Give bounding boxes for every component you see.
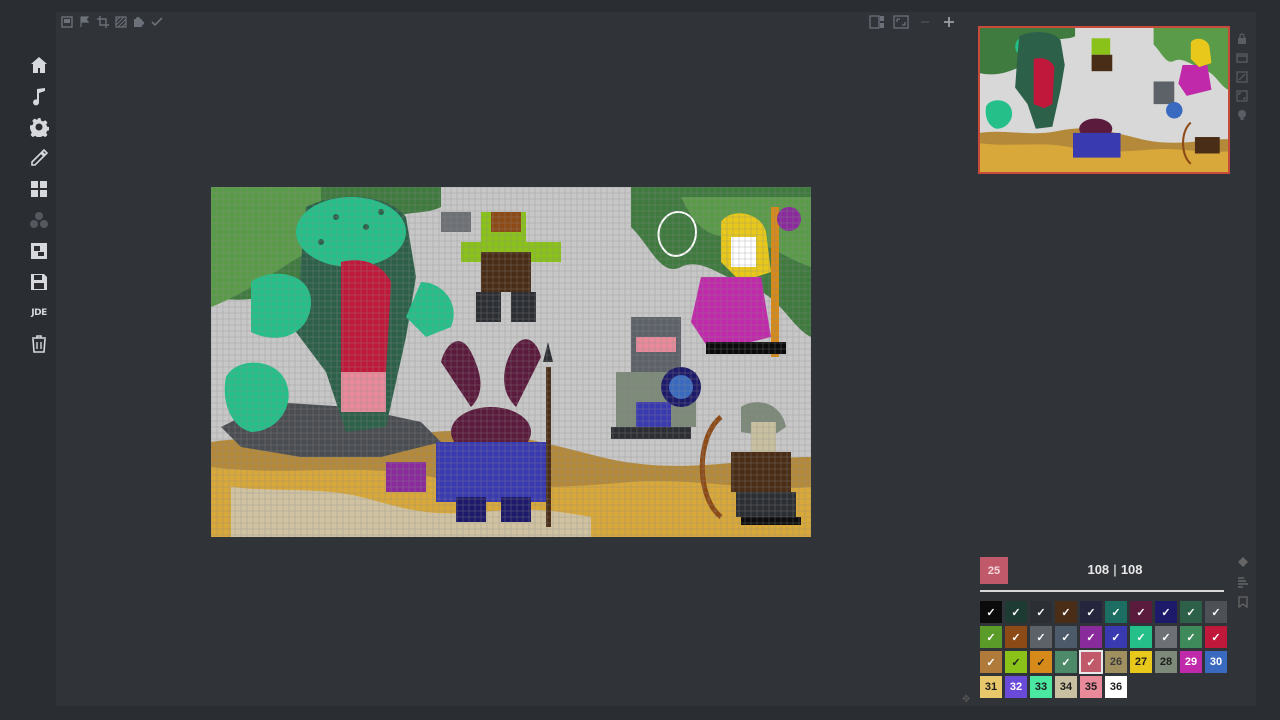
palette-swatch[interactable]: ✓ [1080, 626, 1102, 648]
palette-swatch[interactable]: 26 [1105, 651, 1127, 673]
count-separator: | [1113, 562, 1117, 577]
palette-row: ✓ ✓ ✓ ✓ ✓ 26 27 28 29 30 [980, 650, 1230, 674]
palette-swatch[interactable]: 27 [1130, 651, 1152, 673]
lock-icon[interactable] [1235, 32, 1249, 45]
palette-swatch[interactable]: ✓ [1130, 626, 1152, 648]
palette-row: ✓ ✓ ✓ ✓ ✓ ✓ ✓ ✓ ✓ ✓ [980, 626, 1230, 648]
bookmark-icon[interactable] [1236, 595, 1250, 609]
puzzle-icon[interactable] [132, 15, 146, 29]
palette-swatch[interactable]: ✓ [1055, 651, 1077, 673]
palette-swatch[interactable]: ✓ [1055, 601, 1077, 623]
palette-swatch[interactable]: ✓ [1030, 601, 1052, 623]
pixel-canvas[interactable] [211, 187, 811, 537]
zoom-out-icon[interactable] [916, 14, 934, 30]
current-color-swatch[interactable]: 25 [980, 557, 1008, 584]
palette-swatch[interactable]: ✓ [1180, 626, 1202, 648]
palette-swatch[interactable]: ✓ [1005, 601, 1027, 623]
palette-row: 31 32 33 34 35 36 [980, 676, 1230, 698]
palette-swatch[interactable]: ✓ [1105, 626, 1127, 648]
palette-swatch[interactable]: 34 [1055, 676, 1077, 698]
count-total: 108 [1120, 562, 1143, 577]
palette-toolbar [1236, 555, 1250, 609]
palette-swatch[interactable]: ✓ [1205, 626, 1227, 648]
palette-swatch[interactable]: ✓ [980, 626, 1002, 648]
sort-icon[interactable] [1236, 575, 1250, 589]
sidebar: JDE [26, 52, 52, 362]
expand-icon[interactable] [1235, 89, 1249, 102]
color-blobs-icon[interactable] [26, 207, 52, 233]
palette-swatch[interactable]: ✓ [1055, 626, 1077, 648]
jde-icon[interactable]: JDE [26, 300, 52, 326]
check-icon[interactable] [150, 15, 164, 29]
palette-swatch[interactable]: 28 [1155, 651, 1177, 673]
crop-icon[interactable] [96, 15, 110, 29]
color-palette: ✓ ✓ ✓ ✓ ✓ ✓ ✓ ✓ ✓ ✓ ✓ ✓ ✓ ✓ ✓ ✓ ✓ ✓ ✓ ✓ ✓ ✓ ✓ ✓ ✓ 26 27 28 29 30 31 32 3… [980, 601, 1230, 701]
palette-swatch[interactable]: ✓ [1105, 601, 1127, 623]
export-icon[interactable] [26, 238, 52, 264]
fullscreen-icon[interactable] [892, 14, 910, 30]
layout-icon[interactable] [868, 14, 886, 30]
palette-swatch[interactable]: 33 [1030, 676, 1052, 698]
pattern-icon[interactable] [114, 15, 128, 29]
pixel-count: 108 | 108 [1060, 562, 1170, 577]
flag-icon[interactable] [78, 15, 92, 29]
palette-swatch[interactable]: ✓ [1080, 601, 1102, 623]
palette-swatch[interactable]: 36 [1105, 676, 1127, 698]
fill-icon[interactable] [1236, 555, 1250, 569]
count-done: 108 [1087, 562, 1110, 577]
resize-handle-icon[interactable]: ✥ [962, 694, 974, 706]
palette-swatch[interactable]: ✓ [1155, 626, 1177, 648]
progress-divider [980, 590, 1224, 592]
view-toolbar [868, 14, 958, 30]
canvas-toolbar [60, 15, 164, 29]
palette-swatch[interactable]: 29 [1180, 651, 1202, 673]
palette-row: ✓ ✓ ✓ ✓ ✓ ✓ ✓ ✓ ✓ ✓ [980, 601, 1230, 623]
bulb-icon[interactable] [1235, 108, 1249, 121]
music-icon[interactable] [26, 83, 52, 109]
frame-icon[interactable] [60, 15, 74, 29]
palette-swatch[interactable]: 35 [1080, 676, 1102, 698]
palette-swatch[interactable]: ✓ [1155, 601, 1177, 623]
grid-icon[interactable] [26, 176, 52, 202]
pencil-icon[interactable] [26, 145, 52, 171]
palette-swatch[interactable]: ✓ [980, 601, 1002, 623]
palette-swatch[interactable]: ✓ [1130, 601, 1152, 623]
palette-swatch[interactable]: ✓ [1030, 626, 1052, 648]
save-icon[interactable] [26, 269, 52, 295]
palette-swatch[interactable]: ✓ [1005, 626, 1027, 648]
preview-thumbnail[interactable] [978, 26, 1230, 174]
resize-icon[interactable] [1235, 70, 1249, 83]
palette-swatch[interactable]: ✓ [1030, 651, 1052, 673]
zoom-in-icon[interactable] [940, 14, 958, 30]
palette-swatch[interactable]: 31 [980, 676, 1002, 698]
palette-swatch[interactable]: 32 [1005, 676, 1027, 698]
window-icon[interactable] [1235, 51, 1249, 64]
palette-swatch[interactable]: ✓ [1079, 650, 1103, 674]
palette-swatch[interactable]: ✓ [1180, 601, 1202, 623]
home-icon[interactable] [26, 52, 52, 78]
palette-swatch[interactable]: 30 [1205, 651, 1227, 673]
trash-icon[interactable] [26, 331, 52, 357]
jde-label: JDE [31, 308, 47, 318]
palette-swatch[interactable]: ✓ [980, 651, 1002, 673]
palette-swatch[interactable]: ✓ [1205, 601, 1227, 623]
preview-toolbar [1235, 32, 1249, 121]
gear-icon[interactable] [26, 114, 52, 140]
palette-swatch[interactable]: ✓ [1005, 651, 1027, 673]
